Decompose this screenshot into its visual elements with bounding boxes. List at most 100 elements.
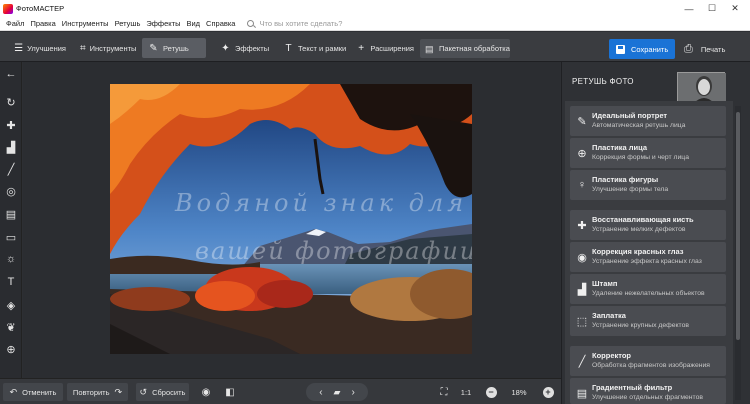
folder-icon[interactable]: ▰: [334, 387, 341, 398]
text-icon: T: [285, 42, 292, 54]
plus-icon: +: [542, 386, 554, 398]
menu-help[interactable]: Справка: [206, 19, 235, 28]
card-title: Заплатка: [592, 311, 626, 320]
zoom-in-button[interactable]: +: [541, 383, 555, 401]
vignette-icon[interactable]: ▭: [4, 230, 18, 244]
card-stamp[interactable]: ▟ Штамп Удаление нежелательных объектов: [570, 274, 726, 304]
menu-view[interactable]: Вид: [186, 19, 200, 28]
card-desc: Удаление нежелательных объектов: [592, 290, 705, 297]
tab-enhancements[interactable]: ☰ Улучшения: [8, 38, 66, 58]
next-image-icon[interactable]: ›: [351, 387, 354, 398]
card-desc: Автоматическая ретушь лица: [592, 122, 686, 129]
tab-retouch-label: Ретушь: [163, 43, 189, 53]
card-corrector[interactable]: ╱ Корректор Обработка фрагментов изображ…: [570, 346, 726, 376]
card-desc: Устранение эффекта красных глаз: [592, 258, 702, 265]
card-desc: Устранение крупных дефектов: [592, 322, 689, 329]
card-title: Штамп: [592, 279, 618, 288]
menu-bar: Файл Правка Инструменты Ретушь Эффекты В…: [0, 17, 750, 31]
undo-label: Отменить: [22, 387, 57, 397]
tab-effects[interactable]: ✦ Эффекты: [214, 38, 270, 58]
card-desc: Коррекция формы и черт лица: [592, 154, 689, 161]
brush-icon: ✎: [149, 42, 158, 54]
tab-effects-label: Эффекты: [235, 43, 270, 53]
radial-filter-icon[interactable]: ◎: [4, 184, 18, 198]
bandage-icon: ✚: [577, 219, 587, 232]
face-plastic-icon: ⊕: [577, 147, 587, 160]
menu-effects[interactable]: Эффекты: [146, 19, 180, 28]
menu-file[interactable]: Файл: [6, 19, 24, 28]
gradient-filter-icon[interactable]: ▤: [4, 207, 18, 221]
tab-retouch[interactable]: ✎ Ретушь: [142, 38, 206, 58]
app-title: ФотоМАСТЕР: [16, 4, 65, 13]
bottom-bar: ↶ Отменить Повторить ↷ ↺ Сбросить ◉ ◧ ‹ …: [0, 378, 561, 404]
redo-button[interactable]: Повторить ↷: [67, 383, 128, 401]
brush-icon[interactable]: ╱: [4, 162, 18, 176]
save-label: Сохранить: [631, 44, 669, 54]
menu-tools[interactable]: Инструменты: [62, 19, 109, 28]
fit-screen-button[interactable]: ⛶: [436, 383, 452, 401]
minus-icon: −: [485, 386, 497, 398]
gradient-icon: ▤: [576, 387, 588, 400]
reset-label: Сбросить: [152, 387, 186, 397]
text-icon[interactable]: T: [4, 275, 18, 289]
card-title: Пластика лица: [592, 143, 648, 152]
menu-edit[interactable]: Правка: [30, 19, 55, 28]
batch-icon: ▤: [425, 43, 434, 54]
main-toolbar: ☰ Улучшения ⌗ Инструменты ✎ Ретушь ✦ Эфф…: [0, 32, 750, 62]
card-title: Идеальный портрет: [592, 111, 668, 120]
zoom-level: 18%: [511, 387, 527, 397]
photo-preview[interactable]: Водяной знак для вашей фотографии: [110, 84, 472, 354]
ratio-1-1-button[interactable]: 1:1: [458, 383, 474, 401]
stamp-icon[interactable]: ▟: [4, 140, 18, 154]
floppy-icon: [616, 44, 625, 54]
target-icon[interactable]: ⊕: [4, 342, 18, 356]
card-desc: Устранение мелких дефектов: [592, 226, 686, 233]
card-gradient-filter[interactable]: ▤ Градиентный фильтр Улучшение отдельных…: [570, 378, 726, 404]
tab-tools[interactable]: ⌗ Инструменты: [74, 38, 136, 58]
healing-brush-icon[interactable]: ✚: [4, 118, 18, 132]
preview-eye-button[interactable]: ◉: [197, 383, 215, 401]
stamp-icon: ▟: [577, 283, 587, 296]
save-button[interactable]: Сохранить: [609, 39, 675, 59]
card-face-plastic[interactable]: ⊕ Пластика лица Коррекция формы и черт л…: [570, 138, 726, 168]
eye-icon: ◉: [201, 386, 211, 398]
card-ideal-portrait[interactable]: ✎ Идеальный портрет Автоматическая ретуш…: [570, 106, 726, 136]
tab-extensions-label: Расширения: [370, 43, 414, 53]
card-desc: Улучшение формы тела: [592, 186, 669, 193]
panel-title: РЕТУШЬ ФОТО: [572, 77, 634, 86]
rotate-icon[interactable]: ↻: [4, 95, 18, 109]
card-desc: Улучшение отдельных фрагментов: [592, 394, 703, 401]
card-title: Градиентный фильтр: [592, 383, 673, 392]
watermark-line1: Водяной знак для: [175, 189, 468, 217]
back-arrow-icon[interactable]: ←: [4, 67, 18, 81]
undo-button[interactable]: ↶ Отменить: [3, 383, 63, 401]
close-button[interactable]: ✕: [722, 0, 748, 17]
tab-text-frames[interactable]: T Текст и рамки: [277, 38, 347, 58]
card-red-eye[interactable]: ◉ Коррекция красных глаз Устранение эффе…: [570, 242, 726, 272]
light-icon[interactable]: ☼: [4, 252, 18, 266]
fill-icon[interactable]: ◈: [4, 298, 18, 312]
card-figure-plastic[interactable]: ♀ Пластика фигуры Улучшение формы тела: [570, 170, 726, 200]
fit-screen-icon: ⛶: [440, 386, 448, 398]
card-title: Коррекция красных глаз: [592, 247, 684, 256]
menu-retouch[interactable]: Ретушь: [115, 19, 141, 28]
card-patch[interactable]: ⬚ Заплатка Устранение крупных дефектов: [570, 306, 726, 336]
panel-scrollbar-thumb[interactable]: [736, 112, 740, 340]
crop-icon: ⌗: [80, 42, 86, 54]
prev-image-icon[interactable]: ‹: [319, 387, 322, 398]
image-navigator: ‹ ▰ ›: [306, 383, 368, 401]
reset-button[interactable]: ↺ Сбросить: [136, 383, 189, 401]
compare-button[interactable]: ◧: [221, 383, 239, 401]
search-placeholder: Что вы хотите сделать?: [259, 19, 343, 28]
batch-processing-button[interactable]: ▤ Пакетная обработка: [420, 39, 510, 58]
card-title: Пластика фигуры: [592, 175, 659, 184]
tab-extensions[interactable]: + Расширения: [350, 38, 414, 58]
print-button[interactable]: ⎙ Печать: [681, 39, 741, 59]
zoom-out-button[interactable]: −: [484, 383, 498, 401]
search-icon: [247, 20, 255, 27]
drops-icon[interactable]: ❦: [4, 320, 18, 334]
menu-search[interactable]: Что вы хотите сделать?: [247, 19, 342, 28]
card-healing-brush[interactable]: ✚ Восстанавливающая кисть Устранение мел…: [570, 210, 726, 240]
card-title: Корректор: [592, 351, 631, 360]
card-title: Восстанавливающая кисть: [592, 215, 694, 224]
